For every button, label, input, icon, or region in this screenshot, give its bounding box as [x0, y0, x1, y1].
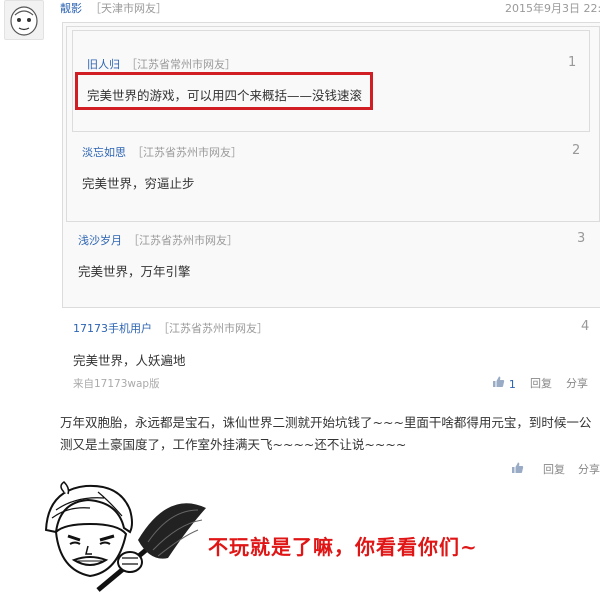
main-comment-line-2: 测又是土豪国度了，工作室外挂满天飞~~~~还不让说~~~~: [60, 437, 407, 452]
quote-4-header: 17173手机用户 ［江苏省苏州市网友］: [73, 320, 268, 336]
quote-4-text: 完美世界，人妖遍地: [73, 353, 186, 368]
quote-4-reply-button[interactable]: 回复: [530, 375, 552, 391]
quote-4-username[interactable]: 17173手机用户: [73, 322, 152, 335]
quote-4-number: 4: [581, 319, 590, 334]
quote-2-text: 完美世界，穷逼止步: [82, 176, 195, 191]
quote-2-username[interactable]: 淡忘如思: [82, 146, 126, 159]
quote-2-header: 淡忘如思 ［江苏省苏州市网友］: [82, 144, 242, 160]
meme-caption: 不玩就是了嘛，你看看你们~: [208, 535, 478, 559]
quote-1-username[interactable]: 旧人归: [87, 58, 120, 71]
thumbs-up-icon: [492, 376, 509, 391]
thumbs-up-icon: [511, 462, 524, 477]
quote-1-location: ［江苏省常州市网友］: [126, 58, 236, 71]
quote-4-location: ［江苏省苏州市网友］: [158, 322, 268, 335]
post-date: 2015年9月3日 22:40: [505, 2, 600, 15]
main-like-button[interactable]: [511, 461, 524, 477]
main-share-button[interactable]: 分享: [578, 461, 600, 477]
main-comment-line-1: 万年双胞胎，永远都是宝石，诛仙世界二测就开始坑钱了~~~里面干啥都得用元宝，到时…: [60, 415, 592, 430]
quote-4-source[interactable]: 来自17173wap版: [73, 376, 160, 391]
quote-3-location: ［江苏省苏州市网友］: [128, 234, 238, 247]
quote-4-share-button[interactable]: 分享: [566, 375, 588, 391]
quote-3-number: 3: [577, 231, 586, 246]
post-location: ［天津市网友］: [90, 2, 167, 15]
main-comment-text: 万年双胞胎，永远都是宝石，诛仙世界二测就开始坑钱了~~~里面干啥都得用元宝，到时…: [60, 412, 600, 456]
meme-image: [38, 480, 208, 595]
highlight-annotation-box: [75, 72, 373, 110]
quote-4-like-count: 1: [508, 378, 516, 391]
quote-4-like-button[interactable]: 1: [492, 375, 516, 391]
quote-3-text: 完美世界，万年引擎: [78, 264, 191, 279]
avatar[interactable]: [4, 0, 44, 40]
quote-3-header: 浅沙岁月 ［江苏省苏州市网友］: [78, 232, 238, 248]
main-reply-button[interactable]: 回复: [543, 461, 565, 477]
quote-1-number: 1: [568, 55, 577, 70]
quote-1-header: 旧人归 ［江苏省常州市网友］: [87, 56, 236, 72]
quote-2-location: ［江苏省苏州市网友］: [132, 146, 242, 159]
quote-3-username[interactable]: 浅沙岁月: [78, 234, 122, 247]
post-username[interactable]: 靓影: [60, 0, 82, 16]
quote-2-number: 2: [572, 143, 581, 158]
